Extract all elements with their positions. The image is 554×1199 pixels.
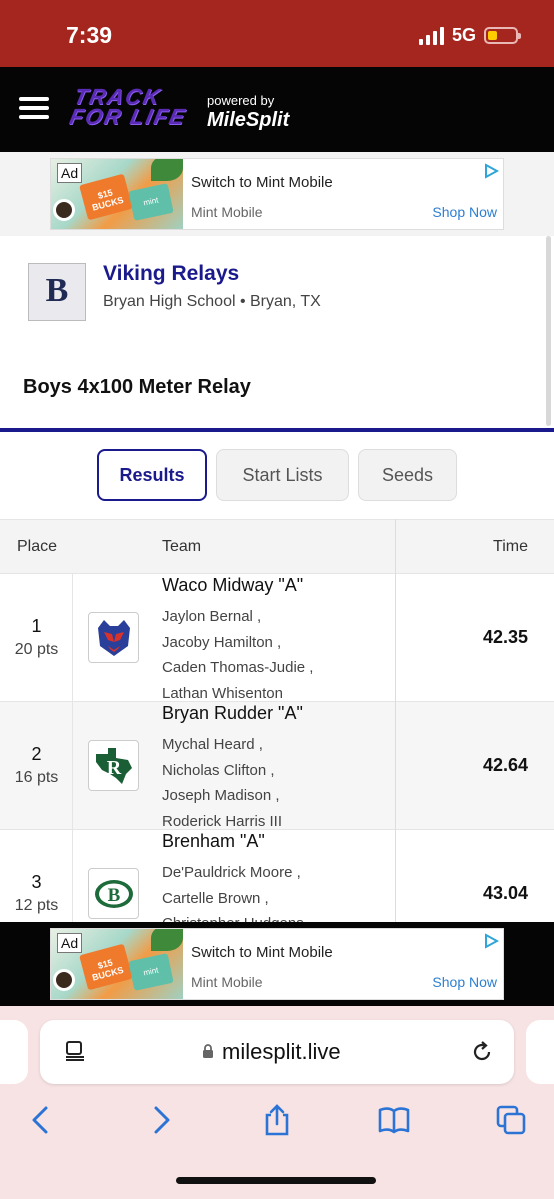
meet-location: Bryan High School • Bryan, TX xyxy=(103,293,321,310)
athlete[interactable]: Nicholas Clifton , xyxy=(162,758,282,784)
next-tab-card[interactable] xyxy=(526,1020,554,1084)
ad-shop-now-link[interactable]: Shop Now xyxy=(432,974,497,990)
event-title: Boys 4x100 Meter Relay xyxy=(23,376,251,398)
divider xyxy=(0,428,554,432)
points: 16 pts xyxy=(14,769,59,786)
reload-icon[interactable] xyxy=(470,1040,494,1064)
lock-icon xyxy=(203,1044,213,1058)
share-icon[interactable] xyxy=(260,1103,294,1137)
network-type: 5G xyxy=(451,25,476,45)
result-time: 43.04 xyxy=(482,883,528,903)
ad-title[interactable]: Switch to Mint Mobile xyxy=(191,174,333,191)
scrollbar[interactable] xyxy=(546,236,551,426)
ad-card[interactable]: $15 BUCKS mint Ad Switch to Mint Mobile … xyxy=(50,158,504,230)
athlete[interactable]: Mychal Heard , xyxy=(162,732,282,758)
result-time: 42.64 xyxy=(482,755,528,775)
school-logo: B xyxy=(28,263,86,321)
table-row[interactable]: 1 20 pts Waco Midway "A" Jaylon Bernal ,… xyxy=(0,574,554,702)
browser-toolbar: milesplit.live xyxy=(0,1006,554,1199)
points: 12 pts xyxy=(14,897,59,914)
status-time: 7:39 xyxy=(66,22,113,48)
athlete[interactable]: Caden Thomas-Judie , xyxy=(162,655,313,681)
ad-title[interactable]: Switch to Mint Mobile xyxy=(191,944,333,961)
athlete-list: Jaylon Bernal , Jacoby Hamilton , Caden … xyxy=(162,604,313,706)
svg-text:R: R xyxy=(106,757,121,779)
team-logo: R xyxy=(88,740,139,791)
table-row[interactable]: 3 12 pts B Brenham "A" De'Pauldrick Moor… xyxy=(0,830,554,922)
site-header: TRACK FOR LIFE powered by MileSplit xyxy=(0,67,554,152)
back-icon[interactable] xyxy=(24,1103,58,1137)
table-header: Place Team Time xyxy=(0,519,554,574)
previous-tab-card[interactable] xyxy=(0,1020,28,1084)
place: 2 xyxy=(31,744,42,764)
column-header-team: Team xyxy=(162,538,202,555)
ad-shop-now-link[interactable]: Shop Now xyxy=(432,204,497,220)
tabs-icon[interactable] xyxy=(494,1103,528,1137)
meet-title[interactable]: Viking Relays xyxy=(103,262,239,286)
team-name[interactable]: Waco Midway "A" xyxy=(162,575,303,596)
team-name[interactable]: Brenham "A" xyxy=(162,831,265,852)
athlete-list: De'Pauldrick Moore , Cartelle Brown , Ch… xyxy=(162,860,304,922)
url-text[interactable]: milesplit.live xyxy=(222,1039,341,1065)
column-header-place: Place xyxy=(17,538,58,555)
hamburger-menu-icon[interactable] xyxy=(19,97,49,119)
ad-choices-icon[interactable] xyxy=(483,933,499,949)
home-indicator[interactable] xyxy=(176,1177,376,1184)
athlete-list: Mychal Heard , Nicholas Clifton , Joseph… xyxy=(162,732,282,834)
athlete[interactable]: Cartelle Brown , xyxy=(162,886,304,912)
team-logo: B xyxy=(88,868,139,919)
tab-start-lists[interactable]: Start Lists xyxy=(216,449,349,501)
points: 20 pts xyxy=(14,641,59,658)
milesplit-logo[interactable]: MileSplit xyxy=(207,109,289,132)
column-divider xyxy=(395,519,396,922)
bookmarks-icon[interactable] xyxy=(377,1103,411,1137)
tab-results[interactable]: Results xyxy=(97,449,207,501)
address-bar[interactable]: milesplit.live xyxy=(40,1020,514,1084)
result-time: 42.35 xyxy=(482,627,528,647)
athlete[interactable]: Jaylon Bernal , xyxy=(162,604,313,630)
forward-icon[interactable] xyxy=(144,1103,178,1137)
place: 1 xyxy=(31,616,42,636)
athlete[interactable]: Christopher Hudgens xyxy=(162,911,304,922)
table-row[interactable]: 2 16 pts R Bryan Rudder "A" Mychal Heard… xyxy=(0,702,554,830)
page-menu-icon[interactable] xyxy=(64,1040,86,1062)
place: 3 xyxy=(31,872,42,892)
battery-icon xyxy=(484,27,521,44)
team-name[interactable]: Bryan Rudder "A" xyxy=(162,703,303,724)
athlete[interactable]: Jacoby Hamilton , xyxy=(162,630,313,656)
track-for-life-logo[interactable]: TRACK FOR LIFE xyxy=(67,84,193,129)
status-bar: 7:39 5G xyxy=(0,0,554,67)
ad-advertiser: Mint Mobile xyxy=(191,204,263,220)
ad-advertiser: Mint Mobile xyxy=(191,974,263,990)
ad-card[interactable]: $15 BUCKS mint Ad Switch to Mint Mobile … xyxy=(50,928,504,1000)
athlete[interactable]: Joseph Madison , xyxy=(162,783,282,809)
ad-banner-top: $15 BUCKS mint Ad Switch to Mint Mobile … xyxy=(0,152,554,236)
ad-choices-icon[interactable] xyxy=(483,163,499,179)
ad-badge: Ad xyxy=(57,163,83,183)
column-header-time: Time xyxy=(493,538,528,555)
athlete[interactable]: De'Pauldrick Moore , xyxy=(162,860,304,886)
results-table: Place Team Time 1 20 pts Waco Midway "A"… xyxy=(0,519,554,922)
status-indicators: 5G xyxy=(418,25,521,46)
cellular-signal-icon xyxy=(418,26,444,45)
powered-by-label: powered by xyxy=(207,93,275,108)
ad-badge: Ad xyxy=(57,933,83,953)
svg-text:B: B xyxy=(46,272,69,309)
tab-seeds[interactable]: Seeds xyxy=(358,449,457,501)
svg-text:B: B xyxy=(107,885,120,906)
team-logo xyxy=(88,612,139,663)
ad-banner-bottom: $15 BUCKS mint Ad Switch to Mint Mobile … xyxy=(0,922,554,1006)
